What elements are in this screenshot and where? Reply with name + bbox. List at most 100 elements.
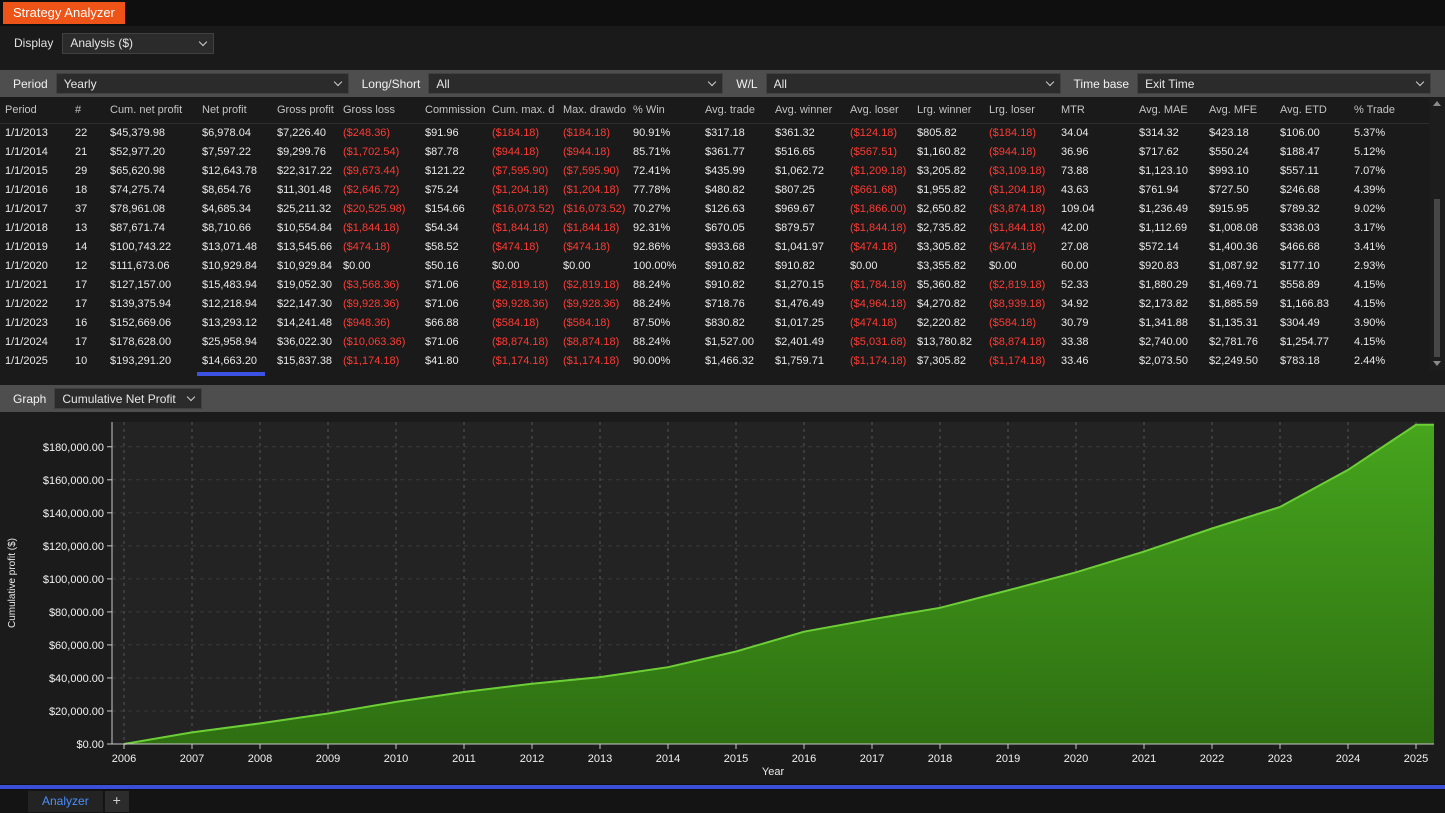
table-cell: $54.34 xyxy=(420,218,487,237)
table-row[interactable]: 1/1/202217$139,375.94$12,218.94$22,147.3… xyxy=(0,294,1429,313)
table-cell: ($474.18) xyxy=(845,313,912,332)
graph-select[interactable]: Cumulative Net Profit xyxy=(54,388,202,409)
table-cell: $789.32 xyxy=(1275,199,1349,218)
column-header[interactable]: Cum. net profit xyxy=(105,97,197,123)
window-horizontal-scrollbar[interactable] xyxy=(0,784,1445,790)
table-vertical-scrollbar-thumb[interactable] xyxy=(1434,199,1440,357)
table-row[interactable]: 1/1/202316$152,669.06$13,293.12$14,241.4… xyxy=(0,313,1429,332)
table-row[interactable]: 1/1/202510$193,291.20$14,663.20$15,837.3… xyxy=(0,351,1429,370)
column-header[interactable]: MTR xyxy=(1056,97,1134,123)
display-select[interactable]: Analysis ($) xyxy=(62,33,214,54)
table-cell: $71.06 xyxy=(420,275,487,294)
table-cell: 73.88 xyxy=(1056,161,1134,180)
column-header[interactable]: Avg. winner xyxy=(770,97,845,123)
column-header[interactable]: Period xyxy=(0,97,70,123)
table-cell: $75.24 xyxy=(420,180,487,199)
graph-select-value: Cumulative Net Profit xyxy=(62,392,180,406)
table-cell: $12,218.94 xyxy=(197,294,272,313)
column-header[interactable]: Gross profit xyxy=(272,97,338,123)
table-cell: $10,929.84 xyxy=(197,256,272,275)
table-cell: 18 xyxy=(70,180,105,199)
graph-bar: Graph Cumulative Net Profit xyxy=(0,385,1445,412)
tab-analyzer[interactable]: Analyzer xyxy=(28,791,103,812)
table-cell: $15,837.38 xyxy=(272,351,338,370)
svg-text:2008: 2008 xyxy=(248,753,272,765)
table-cell: ($9,928.36) xyxy=(487,294,558,313)
table-cell: ($184.18) xyxy=(487,123,558,142)
table-cell: $317.18 xyxy=(700,123,770,142)
table-horizontal-scrollbar-thumb[interactable] xyxy=(197,372,265,376)
add-tab-button[interactable]: + xyxy=(105,791,129,812)
column-header[interactable]: Avg. trade xyxy=(700,97,770,123)
table-row[interactable]: 1/1/201421$52,977.20$7,597.22$9,299.76($… xyxy=(0,142,1429,161)
table-cell: ($1,204.18) xyxy=(558,180,628,199)
table-row[interactable]: 1/1/202117$127,157.00$15,483.94$19,052.3… xyxy=(0,275,1429,294)
table-cell: ($1,866.00) xyxy=(845,199,912,218)
table-cell: 1/1/2024 xyxy=(0,332,70,351)
svg-text:2016: 2016 xyxy=(792,753,816,765)
scroll-up-arrow-icon[interactable] xyxy=(1433,101,1441,106)
table-cell: $361.77 xyxy=(700,142,770,161)
table-vertical-scrollbar-track[interactable] xyxy=(1433,110,1441,357)
column-header[interactable]: Gross loss xyxy=(338,97,420,123)
column-header[interactable]: Avg. MAE xyxy=(1134,97,1204,123)
column-header[interactable]: Commission xyxy=(420,97,487,123)
svg-text:2021: 2021 xyxy=(1132,753,1156,765)
time-base-select[interactable]: Exit Time xyxy=(1137,73,1431,94)
window-horizontal-scrollbar-thumb[interactable] xyxy=(0,785,1445,789)
svg-text:$100,000.00: $100,000.00 xyxy=(43,574,104,586)
table-cell: $87,671.74 xyxy=(105,218,197,237)
table-cell: 1/1/2014 xyxy=(0,142,70,161)
column-header[interactable]: Max. drawdo xyxy=(558,97,628,123)
column-header[interactable]: Lrg. loser xyxy=(984,97,1056,123)
table-cell: ($1,844.18) xyxy=(558,218,628,237)
display-select-value: Analysis ($) xyxy=(70,36,192,50)
table-cell: 10 xyxy=(70,351,105,370)
column-header[interactable]: Avg. loser xyxy=(845,97,912,123)
table-cell: 33.46 xyxy=(1056,351,1134,370)
wl-select[interactable]: All xyxy=(766,73,1061,94)
table-cell: $188.47 xyxy=(1275,142,1349,161)
long-short-select[interactable]: All xyxy=(428,73,723,94)
period-select[interactable]: Yearly xyxy=(56,73,349,94)
table-cell: $111,673.06 xyxy=(105,256,197,275)
table-cell: 85.71% xyxy=(628,142,700,161)
table-cell: $2,073.50 xyxy=(1134,351,1204,370)
table-row[interactable]: 1/1/202012$111,673.06$10,929.84$10,929.8… xyxy=(0,256,1429,275)
column-header[interactable]: Lrg. winner xyxy=(912,97,984,123)
table-cell: $1,466.32 xyxy=(700,351,770,370)
column-header[interactable]: Net profit xyxy=(197,97,272,123)
table-cell: $1,880.29 xyxy=(1134,275,1204,294)
scroll-down-arrow-icon[interactable] xyxy=(1433,361,1441,366)
cumulative-profit-chart[interactable]: $0.00$20,000.00$40,000.00$60,000.00$80,0… xyxy=(0,412,1445,784)
column-header[interactable]: Avg. MFE xyxy=(1204,97,1275,123)
table-horizontal-scrollbar[interactable] xyxy=(0,370,1429,378)
strategy-analyzer-tab[interactable]: Strategy Analyzer xyxy=(3,2,125,24)
svg-text:2006: 2006 xyxy=(112,753,136,765)
table-row[interactable]: 1/1/201529$65,620.98$12,643.78$22,317.22… xyxy=(0,161,1429,180)
table-cell: 16 xyxy=(70,313,105,332)
table-row[interactable]: 1/1/201322$45,379.98$6,978.04$7,226.40($… xyxy=(0,123,1429,142)
table-cell: ($4,964.18) xyxy=(845,294,912,313)
table-cell: ($474.18) xyxy=(487,237,558,256)
column-header[interactable]: Avg. ETD xyxy=(1275,97,1349,123)
table-cell: ($9,928.36) xyxy=(338,294,420,313)
table-cell: ($1,174.18) xyxy=(558,351,628,370)
table-vertical-scrollbar[interactable] xyxy=(1429,97,1445,370)
column-header[interactable]: % Win xyxy=(628,97,700,123)
table-cell: $435.99 xyxy=(700,161,770,180)
table-cell: 17 xyxy=(70,275,105,294)
table-row[interactable]: 1/1/201813$87,671.74$8,710.66$10,554.84(… xyxy=(0,218,1429,237)
table-row[interactable]: 1/1/201618$74,275.74$8,654.76$11,301.48(… xyxy=(0,180,1429,199)
column-header[interactable]: Cum. max. d xyxy=(487,97,558,123)
table-cell: ($1,844.18) xyxy=(487,218,558,237)
table-cell: $1,476.49 xyxy=(770,294,845,313)
table-row[interactable]: 1/1/202417$178,628.00$25,958.94$36,022.3… xyxy=(0,332,1429,351)
table-cell: $3,205.82 xyxy=(912,161,984,180)
table-row[interactable]: 1/1/201914$100,743.22$13,071.48$13,545.6… xyxy=(0,237,1429,256)
column-header[interactable]: % Trade xyxy=(1349,97,1429,123)
table-cell: $920.83 xyxy=(1134,256,1204,275)
table-cell: $1,400.36 xyxy=(1204,237,1275,256)
column-header[interactable]: # xyxy=(70,97,105,123)
table-row[interactable]: 1/1/201737$78,961.08$4,685.34$25,211.32(… xyxy=(0,199,1429,218)
